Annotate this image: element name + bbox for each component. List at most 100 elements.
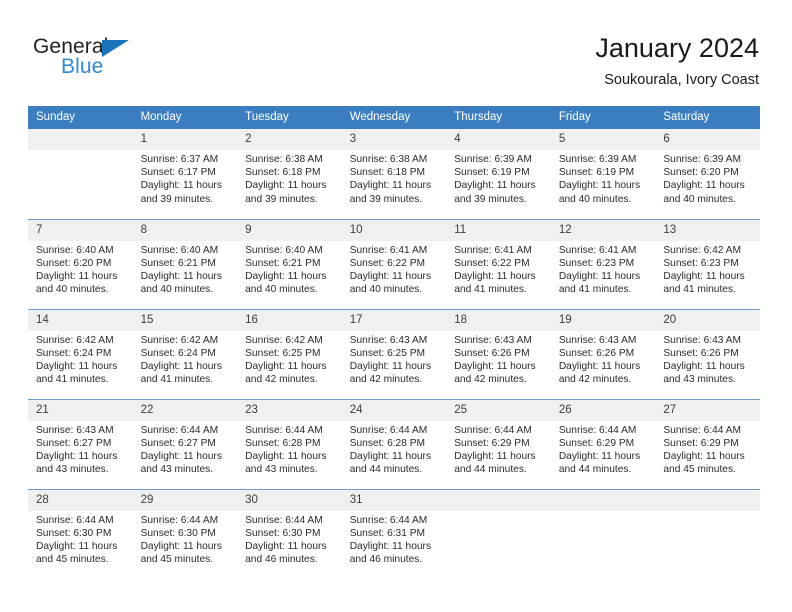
sunset-text: Sunset: 6:18 PM [245, 167, 321, 179]
calendar-cell-empty [446, 488, 551, 579]
daylight-text: Daylight: 11 hours [558, 450, 641, 462]
calendar-day-cell[interactable]: 24 Sunrise: 6:44 AM Sunset: 6:28 PM Dayligh… [341, 398, 447, 489]
daylight-text: Daylight: 11 hours [349, 540, 432, 552]
day-details: Sunrise: 6:44 AM Sunset: 6:30 PM Daylight:… [133, 511, 238, 567]
general-blue-logo[interactable]: General Blue [33, 36, 173, 86]
calendar-day-cell[interactable]: 23 Sunrise: 6:44 AM Sunset: 6:28 PM Dayligh… [237, 398, 342, 489]
sunset-text: Sunset: 6:21 PM [140, 257, 216, 269]
day-details: Sunrise: 6:44 AM Sunset: 6:29 PM Daylight:… [446, 421, 551, 477]
calendar-day-cell[interactable]: 29 Sunrise: 6:44 AM Sunset: 6:30 PM Dayligh… [132, 488, 238, 579]
calendar-week-row: 14 Sunrise: 6:42 AM Sunset: 6:24 PM Dayligh… [28, 308, 760, 399]
calendar-day-cell[interactable]: 30 Sunrise: 6:44 AM Sunset: 6:30 PM Dayligh… [237, 488, 342, 579]
calendar-cell-empty [28, 129, 133, 219]
day-details: Sunrise: 6:37 AM Sunset: 6:17 PM Daylight:… [133, 150, 238, 206]
weekday-header-tuesday: Tuesday [237, 106, 342, 129]
daylight-text-cont: and 41 minutes. [454, 284, 527, 296]
sunrise-text: Sunrise: 6:44 AM [245, 424, 323, 436]
calendar-day-cell[interactable]: 10 Sunrise: 6:41 AM Sunset: 6:22 PM Dayligh… [341, 218, 447, 309]
calendar-day-cell[interactable]: 4 Sunrise: 6:39 AM Sunset: 6:19 PM Daylight… [446, 129, 551, 219]
weekday-header-sunday: Sunday [28, 106, 133, 129]
daylight-text-cont: and 40 minutes. [140, 284, 214, 296]
day-details: Sunrise: 6:40 AM Sunset: 6:21 PM Daylight:… [237, 241, 342, 297]
calendar-day-cell[interactable]: 28 Sunrise: 6:44 AM Sunset: 6:30 PM Dayligh… [28, 488, 133, 579]
sunrise-text: Sunrise: 6:38 AM [349, 154, 428, 165]
calendar-day-cell[interactable]: 9 Sunrise: 6:40 AM Sunset: 6:21 PM Daylight… [237, 218, 342, 309]
sunrise-text: Sunrise: 6:44 AM [36, 514, 114, 526]
calendar-day-cell[interactable]: 7 Sunrise: 6:40 AM Sunset: 6:20 PM Daylight… [28, 218, 133, 309]
day-details: Sunrise: 6:44 AM Sunset: 6:30 PM Daylight:… [237, 511, 342, 567]
sunset-text: Sunset: 6:23 PM [663, 257, 739, 269]
daylight-text-cont: and 43 minutes. [245, 464, 318, 476]
day-details: Sunrise: 6:44 AM Sunset: 6:28 PM Daylight:… [342, 421, 447, 477]
daylight-text: Daylight: 11 hours [140, 450, 222, 462]
day-details: Sunrise: 6:44 AM Sunset: 6:29 PM Daylight:… [655, 421, 760, 477]
daylight-text-cont: and 42 minutes. [245, 374, 318, 386]
calendar-day-cell[interactable]: 1 Sunrise: 6:37 AM Sunset: 6:17 PM Daylight… [132, 129, 238, 219]
calendar-day-cell[interactable]: 21 Sunrise: 6:43 AM Sunset: 6:27 PM Dayligh… [28, 398, 133, 489]
calendar-day-cell[interactable]: 18 Sunrise: 6:43 AM Sunset: 6:26 PM Dayligh… [446, 308, 551, 399]
calendar-day-cell[interactable]: 20 Sunrise: 6:43 AM Sunset: 6:26 PM Dayligh… [655, 308, 760, 399]
daylight-text: Daylight: 11 hours [36, 450, 118, 462]
daylight-text: Daylight: 11 hours [663, 180, 745, 192]
calendar-day-cell[interactable]: 16 Sunrise: 6:42 AM Sunset: 6:25 PM Dayligh… [237, 308, 342, 399]
calendar-day-cell[interactable]: 25 Sunrise: 6:44 AM Sunset: 6:29 PM Dayligh… [446, 398, 551, 489]
daylight-text: Daylight: 11 hours [36, 270, 118, 282]
calendar-day-cell[interactable]: 17 Sunrise: 6:43 AM Sunset: 6:25 PM Dayligh… [341, 308, 447, 399]
day-number [655, 489, 760, 511]
day-details: Sunrise: 6:43 AM Sunset: 6:25 PM Daylight:… [342, 331, 447, 387]
sunrise-text: Sunrise: 6:38 AM [245, 154, 323, 165]
day-number: 23 [237, 399, 342, 421]
calendar-day-cell[interactable]: 14 Sunrise: 6:42 AM Sunset: 6:24 PM Dayligh… [28, 308, 133, 399]
calendar-page: General Blue January 2024 Soukourala, Iv… [0, 0, 792, 612]
calendar-day-cell[interactable]: 11 Sunrise: 6:41 AM Sunset: 6:22 PM Dayligh… [446, 218, 551, 309]
daylight-text-cont: and 43 minutes. [663, 374, 736, 386]
day-number: 1 [132, 129, 238, 150]
daylight-text-cont: and 42 minutes. [558, 374, 632, 386]
calendar-day-cell[interactable]: 13 Sunrise: 6:42 AM Sunset: 6:23 PM Dayligh… [655, 218, 760, 309]
sunset-text: Sunset: 6:21 PM [245, 257, 321, 269]
calendar-day-cell[interactable]: 3 Sunrise: 6:38 AM Sunset: 6:18 PM Daylight… [341, 129, 447, 219]
calendar-day-cell[interactable]: 26 Sunrise: 6:44 AM Sunset: 6:29 PM Dayligh… [550, 398, 656, 489]
sunset-text: Sunset: 6:30 PM [245, 527, 321, 539]
day-number: 26 [550, 399, 656, 421]
day-number: 12 [550, 219, 656, 241]
day-details: Sunrise: 6:42 AM Sunset: 6:24 PM Daylight:… [133, 331, 238, 387]
sunset-text: Sunset: 6:23 PM [558, 257, 635, 269]
calendar-day-cell[interactable]: 12 Sunrise: 6:41 AM Sunset: 6:23 PM Dayligh… [550, 218, 656, 309]
sunrise-text: Sunrise: 6:44 AM [140, 424, 219, 436]
daylight-text-cont: and 39 minutes. [349, 193, 423, 205]
calendar-day-cell[interactable]: 5 Sunrise: 6:39 AM Sunset: 6:19 PM Daylight… [550, 129, 656, 219]
day-details: Sunrise: 6:41 AM Sunset: 6:23 PM Daylight:… [551, 241, 656, 297]
daylight-text: Daylight: 11 hours [454, 180, 536, 192]
calendar-day-cell[interactable]: 22 Sunrise: 6:44 AM Sunset: 6:27 PM Dayligh… [132, 398, 238, 489]
sunset-text: Sunset: 6:24 PM [36, 347, 112, 359]
daylight-text-cont: and 46 minutes. [349, 554, 423, 566]
sunrise-text: Sunrise: 6:43 AM [36, 424, 114, 436]
sunset-text: Sunset: 6:27 PM [140, 437, 216, 449]
day-details: Sunrise: 6:40 AM Sunset: 6:20 PM Daylight:… [28, 241, 133, 297]
day-details: Sunrise: 6:43 AM Sunset: 6:26 PM Daylight:… [446, 331, 551, 387]
calendar-week-row: 28 Sunrise: 6:44 AM Sunset: 6:30 PM Dayligh… [28, 488, 760, 579]
sunset-text: Sunset: 6:20 PM [663, 167, 739, 179]
day-details: Sunrise: 6:38 AM Sunset: 6:18 PM Daylight:… [237, 150, 342, 206]
calendar-day-cell[interactable]: 31 Sunrise: 6:44 AM Sunset: 6:31 PM Dayligh… [341, 488, 447, 579]
sunrise-text: Sunrise: 6:44 AM [140, 514, 219, 526]
page-subtitle: Soukourala, Ivory Coast [604, 72, 759, 88]
calendar-day-cell[interactable]: 8 Sunrise: 6:40 AM Sunset: 6:21 PM Daylight… [132, 218, 238, 309]
calendar-header-row: Sunday Monday Tuesday Wednesday Thursday Frid… [28, 106, 760, 129]
day-number: 27 [655, 399, 760, 421]
calendar-day-cell[interactable]: 6 Sunrise: 6:39 AM Sunset: 6:20 PM Daylight… [655, 129, 760, 219]
calendar-day-cell[interactable]: 2 Sunrise: 6:38 AM Sunset: 6:18 PM Daylight… [237, 129, 342, 219]
sunset-text: Sunset: 6:22 PM [454, 257, 530, 269]
daylight-text-cont: and 39 minutes. [140, 193, 214, 205]
calendar-day-cell[interactable]: 19 Sunrise: 6:43 AM Sunset: 6:26 PM Dayligh… [550, 308, 656, 399]
calendar-day-cell[interactable]: 27 Sunrise: 6:44 AM Sunset: 6:29 PM Dayligh… [655, 398, 760, 489]
day-details: Sunrise: 6:42 AM Sunset: 6:24 PM Daylight:… [28, 331, 133, 387]
calendar-day-cell[interactable]: 15 Sunrise: 6:42 AM Sunset: 6:24 PM Dayligh… [132, 308, 238, 399]
daylight-text-cont: and 42 minutes. [349, 374, 423, 386]
sunrise-text: Sunrise: 6:41 AM [454, 244, 532, 256]
sunset-text: Sunset: 6:25 PM [349, 347, 426, 359]
weekday-header-friday: Friday [550, 106, 656, 129]
daylight-text: Daylight: 11 hours [454, 270, 536, 282]
daylight-text-cont: and 44 minutes. [454, 464, 527, 476]
